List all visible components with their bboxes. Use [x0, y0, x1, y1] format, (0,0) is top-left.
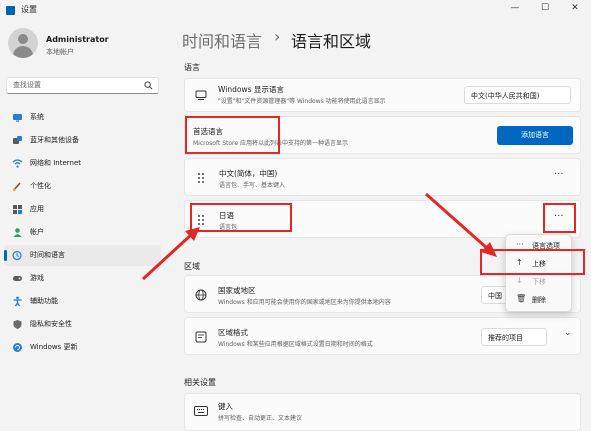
avatar[interactable]	[8, 28, 38, 58]
sidebar-item-accounts[interactable]: 帐户	[4, 222, 161, 243]
chevron-down-icon: ⌄	[471, 91, 477, 99]
sidebar-item-label: 应用	[30, 205, 44, 213]
update-icon	[13, 343, 22, 352]
search-box[interactable]: 查找设置	[6, 77, 159, 94]
brush-icon	[12, 182, 21, 192]
menu-item-remove[interactable]: 🗑 删除	[510, 291, 569, 308]
sidebar-item-label: 网络和 Internet	[30, 159, 82, 167]
accessibility-icon	[13, 296, 22, 307]
annotation-box-japanese	[190, 203, 292, 232]
display-language-dropdown[interactable]: 中文(中华人民共和国) ⌄	[464, 86, 571, 104]
window-title: 设置	[21, 5, 37, 14]
apps-icon	[13, 205, 22, 214]
add-language-button[interactable]: 添加语言	[497, 126, 573, 145]
regional-format-card[interactable]: 区域格式 Windows 和某些应用根据区域格式设置日期和时间的格式 推荐的项目…	[184, 317, 581, 355]
menu-item-move-down: ↓ 下移	[510, 273, 569, 290]
wifi-icon	[12, 159, 23, 168]
sidebar-item-label: Windows 更新	[30, 343, 78, 351]
country-region-title: 国家或地区	[218, 286, 256, 295]
bluetooth-icon	[13, 136, 22, 144]
close-button[interactable]: ✕	[566, 0, 584, 16]
globe-clock-icon	[12, 250, 22, 261]
sidebar-item-personalization[interactable]: 个性化	[4, 176, 161, 197]
display-language-desc: "设置"和"文件资源管理器"等 Windows 功能将使用此语言显示	[218, 98, 386, 105]
regional-format-value: 推荐的项目	[488, 334, 523, 342]
search-placeholder: 查找设置	[13, 81, 41, 89]
section-title-language: 语言	[184, 63, 200, 72]
country-value: 中国	[488, 292, 502, 300]
typing-title: 键入	[218, 402, 233, 411]
typing-card[interactable]: 键入 拼写检查、自动更正、文本建议	[184, 393, 581, 431]
sidebar-item-gaming[interactable]: 游戏	[4, 268, 161, 289]
language-features: 语言包、手写、基本键入	[219, 182, 286, 189]
sidebar-item-privacy[interactable]: 隐私和安全性	[4, 314, 161, 335]
sidebar-item-accessibility[interactable]: 辅助功能	[4, 291, 161, 312]
section-title-related: 相关设置	[184, 378, 216, 387]
account-type: 本地帐户	[46, 48, 74, 56]
sidebar-item-label: 辅助功能	[30, 297, 58, 305]
gamepad-icon	[13, 276, 22, 281]
regional-format-dropdown[interactable]: 推荐的项目	[481, 328, 547, 346]
display-language-card: Windows 显示语言 "设置"和"文件资源管理器"等 Windows 功能将…	[184, 78, 581, 112]
sidebar-item-system[interactable]: 系统	[4, 107, 161, 128]
trash-icon: 🗑	[516, 294, 527, 303]
typing-desc: 拼写检查、自动更正、文本建议	[218, 415, 303, 422]
breadcrumb-separator: ›	[274, 27, 281, 46]
menu-item-label: 下移	[532, 278, 546, 286]
drag-handle-icon[interactable]	[198, 173, 204, 183]
sidebar-item-time-language[interactable]: 时间和语言	[4, 245, 161, 266]
keyboard-icon	[194, 406, 208, 416]
sidebar-item-label: 游戏	[30, 274, 44, 282]
title-bar: 设置 — ☐ ✕	[0, 0, 591, 20]
menu-item-label: 删除	[532, 296, 546, 304]
sidebar-item-windows-update[interactable]: Windows 更新	[4, 337, 161, 358]
arrow-down-icon: ↓	[516, 276, 523, 285]
maximize-button[interactable]: ☐	[536, 0, 554, 16]
sidebar-item-label: 隐私和安全性	[30, 320, 72, 328]
monitor-icon	[195, 90, 207, 100]
user-name: Administrator	[46, 35, 109, 44]
sidebar-item-apps[interactable]: 应用	[4, 199, 161, 220]
sidebar-item-label: 时间和语言	[30, 251, 65, 259]
monitor-icon	[13, 114, 22, 122]
country-region-desc: Windows 和应用可能会使用你的国家或地区来为你提供本地内容	[218, 299, 391, 306]
display-language-title: Windows 显示语言	[218, 85, 284, 94]
sidebar-item-label: 帐户	[30, 228, 44, 236]
annotation-box-more	[543, 203, 576, 233]
annotation-box-move-up	[480, 249, 585, 275]
minimize-button[interactable]: —	[506, 0, 524, 16]
language-item-chinese[interactable]: 中文(简体，中国) 语言包、手写、基本键入 ···	[184, 158, 581, 196]
globe-icon	[195, 289, 207, 301]
sidebar-item-bluetooth[interactable]: 蓝牙和其他设备	[4, 130, 161, 151]
settings-app-icon	[6, 6, 15, 15]
more-options-icon: ···	[516, 240, 524, 249]
regional-format-desc: Windows 和某些应用根据区域格式设置日期和时间的格式	[218, 341, 373, 348]
sidebar-item-network[interactable]: 网络和 Internet	[4, 153, 161, 174]
language-name: 中文(简体，中国)	[219, 169, 278, 178]
breadcrumb-parent[interactable]: 时间和语言	[182, 28, 262, 52]
person-icon	[13, 228, 22, 237]
annotation-box-preferred	[185, 116, 280, 154]
active-indicator	[4, 250, 7, 261]
search-icon	[144, 81, 153, 90]
sidebar-item-label: 个性化	[30, 182, 51, 190]
shield-icon	[13, 320, 22, 329]
regional-format-icon	[195, 331, 207, 343]
section-title-region: 区域	[184, 262, 200, 271]
sidebar-item-label: 系统	[30, 113, 44, 121]
more-options-icon[interactable]: ···	[554, 169, 564, 180]
regional-format-title: 区域格式	[218, 328, 248, 337]
page-title: 语言和区域	[291, 32, 372, 51]
sidebar-item-label: 蓝牙和其他设备	[30, 136, 79, 144]
expand-chevron-icon[interactable]: ⌄	[564, 328, 572, 338]
